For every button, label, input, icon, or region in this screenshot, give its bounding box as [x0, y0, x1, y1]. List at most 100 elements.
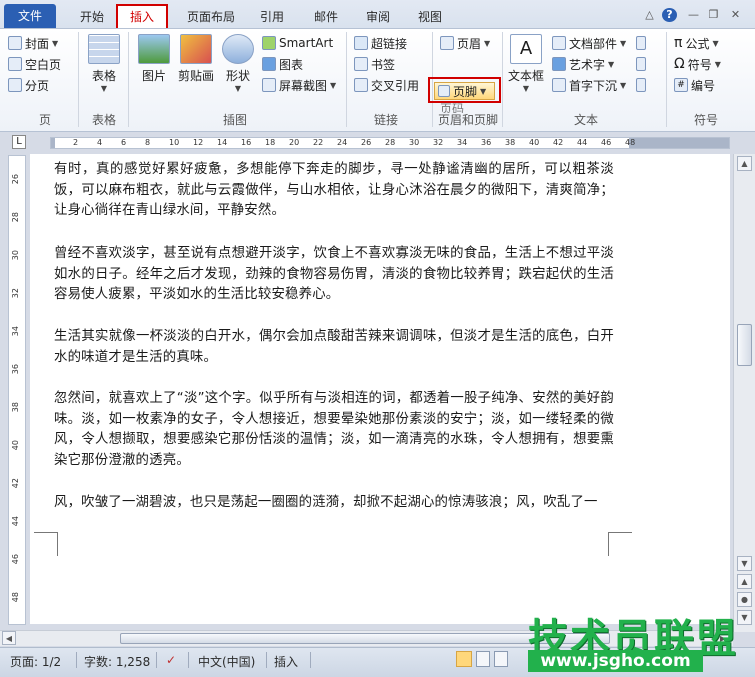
group-label-links: 链接: [373, 113, 398, 127]
table-icon: [88, 34, 120, 64]
footer-button[interactable]: 页脚 ▼: [434, 82, 495, 100]
tab-stop-selector[interactable]: L: [12, 135, 26, 149]
clipart-icon: [180, 34, 212, 64]
ruler-tick-label: 32: [11, 288, 20, 299]
vertical-scroll-thumb[interactable]: [737, 324, 752, 366]
ribbon-insert: 封面 ▼ 空白页 分页 页 表格 ▼ 表格 图片 剪贴画 形状 ▼ SmartArt …: [0, 29, 755, 132]
footer-icon: [438, 85, 450, 97]
web-layout-view-icon[interactable]: [494, 651, 508, 667]
collapse-ribbon-icon[interactable]: △: [642, 8, 657, 22]
vertical-scrollbar[interactable]: ▲ ▼ ▲ ● ▼: [733, 154, 755, 632]
vertical-ruler[interactable]: 26 28 30 32 34 36 38 40 42 44 46 48: [8, 155, 26, 625]
wordart-button[interactable]: 艺术字 ▼: [552, 55, 614, 73]
paragraph-5[interactable]: 风，吹皱了一湖碧波，也只是荡起一圈圈的涟漪，却掀不起湖心的惊涛骇浪；风，吹乱了一: [54, 493, 614, 514]
hyperlink-button[interactable]: 超链接: [354, 34, 407, 52]
insert-mode-indicator[interactable]: 插入: [274, 653, 298, 670]
minimize-icon[interactable]: —: [686, 8, 701, 22]
hyperlink-icon: [354, 36, 368, 50]
ruler-tick-label: 48: [625, 138, 636, 147]
symbol-button[interactable]: Ω 符号 ▼: [674, 55, 721, 73]
previous-page-icon[interactable]: ▲: [737, 574, 752, 589]
site-watermark-url: www.jsgho.com: [528, 650, 703, 672]
tab-home[interactable]: 开始: [70, 7, 114, 28]
chart-button[interactable]: 图表: [262, 55, 303, 73]
paragraph-1[interactable]: 有时，真的感觉好累好疲惫，多想能停下奔走的脚步，寻一处静谧清幽的居所，可以粗茶淡…: [54, 160, 614, 222]
ruler-tick-label: 16: [241, 138, 252, 147]
ruler-tick-label: 18: [265, 138, 276, 147]
paragraph-3[interactable]: 生活其实就像一杯淡淡的白开水，偶尔会加点酸甜苦辣来调调味，但淡才是生活的底色，白…: [54, 327, 614, 368]
ruler-tick-label: 10: [169, 138, 180, 147]
page-break-button[interactable]: 分页: [8, 76, 49, 94]
group-label-header-footer: 页眉和页脚: [437, 113, 498, 127]
horizontal-ruler[interactable]: L 2 4 6 8 10 12 14 16 18 20 22 24 26 28 30 32 34 36 38 40 42…: [0, 132, 755, 154]
ruler-tick-label: 46: [601, 138, 612, 147]
browse-object-icon[interactable]: ●: [737, 592, 752, 607]
tab-insert[interactable]: 插入: [116, 4, 168, 28]
group-divider: [502, 32, 503, 127]
ruler-tick-label: 40: [529, 138, 540, 147]
scroll-up-icon[interactable]: ▲: [737, 156, 752, 171]
print-layout-view-icon[interactable]: [456, 651, 472, 667]
date-time-icon[interactable]: [636, 55, 646, 73]
picture-button[interactable]: 图片: [134, 34, 174, 84]
paragraph-2[interactable]: 曾经不喜欢淡字，甚至说有点想避开淡字，饮食上不喜欢寡淡无味的食品，生活上不想过平…: [54, 244, 614, 306]
group-label-text: 文本: [573, 113, 598, 127]
tab-references[interactable]: 引用: [252, 7, 292, 28]
proofing-icon[interactable]: ✓: [166, 653, 176, 667]
ruler-tick-label: 20: [289, 138, 300, 147]
tab-review[interactable]: 审阅: [358, 7, 398, 28]
ruler-tick-label: 36: [481, 138, 492, 147]
screenshot-button[interactable]: 屏幕截图 ▼: [262, 76, 336, 94]
bookmark-button[interactable]: 书签: [354, 55, 395, 73]
close-icon[interactable]: ✕: [728, 8, 743, 22]
shapes-icon: [222, 34, 254, 64]
textbox-button[interactable]: A 文本框 ▼: [506, 34, 546, 93]
cross-reference-button[interactable]: 交叉引用: [354, 76, 419, 94]
quick-parts-button[interactable]: 文档部件 ▼: [552, 34, 626, 52]
cross-reference-icon: [354, 78, 368, 92]
tab-mailings[interactable]: 邮件: [306, 7, 346, 28]
drop-cap-button[interactable]: 首字下沉 ▼: [552, 76, 626, 94]
footer-button-highlight: 页脚 ▼: [428, 77, 501, 103]
header-button[interactable]: 页眉 ▼: [440, 34, 490, 52]
scroll-left-icon[interactable]: ◀: [2, 631, 16, 645]
signature-line-icon[interactable]: [636, 34, 646, 52]
full-screen-view-icon[interactable]: [476, 651, 490, 667]
pi-icon: π: [674, 35, 683, 51]
ruler-strip: 2 4 6 8 10 12 14 16 18 20 22 24 26 28 30 32 34 36 38 40 42 44…: [50, 137, 730, 149]
object-icon[interactable]: [636, 76, 646, 94]
ruler-tick-label: 6: [121, 138, 127, 147]
restore-icon[interactable]: ❐: [706, 8, 721, 22]
ruler-tick-label: 28: [385, 138, 396, 147]
shapes-button[interactable]: 形状 ▼: [220, 34, 256, 93]
next-page-icon[interactable]: ▼: [737, 610, 752, 625]
ruler-tick-label: 36: [11, 364, 20, 375]
page-count[interactable]: 页面: 1/2: [10, 653, 61, 670]
page-break-icon: [8, 78, 22, 92]
document-page[interactable]: 有时，真的感觉好累好疲惫，多想能停下奔走的脚步，寻一处静谧清幽的居所，可以粗茶淡…: [30, 154, 730, 624]
crop-mark: [34, 532, 58, 556]
ribbon-tab-bar: 文件 开始 插入 页面布局 引用 邮件 审阅 视图 △ ? — ❐ ✕: [0, 0, 755, 29]
bookmark-icon: [354, 57, 368, 71]
cover-page-button[interactable]: 封面 ▼: [8, 34, 58, 52]
equation-button[interactable]: π 公式 ▼: [674, 34, 719, 52]
tab-file[interactable]: 文件: [4, 4, 56, 28]
tab-view[interactable]: 视图: [410, 7, 450, 28]
word-count[interactable]: 字数: 1,258: [84, 653, 150, 670]
smartart-button[interactable]: SmartArt: [262, 34, 333, 52]
number-button[interactable]: # 编号: [674, 76, 715, 94]
ruler-tick-label: 30: [11, 250, 20, 261]
paragraph-4[interactable]: 忽然间，就喜欢上了“淡”这个字。似乎所有与淡相连的词，都透着一股子纯净、安然的美…: [54, 389, 614, 471]
table-button[interactable]: 表格 ▼: [84, 34, 124, 93]
group-label-illustrations: 插图: [222, 113, 247, 127]
number-icon: #: [674, 78, 688, 92]
tab-page-layout[interactable]: 页面布局: [180, 7, 242, 28]
blank-page-button[interactable]: 空白页: [8, 55, 61, 73]
language-indicator[interactable]: 中文(中国): [198, 653, 255, 670]
help-icon[interactable]: ?: [662, 8, 677, 22]
cover-page-icon: [8, 36, 22, 50]
ruler-tick-label: 38: [11, 402, 20, 413]
header-icon: [440, 36, 454, 50]
scroll-down-icon[interactable]: ▼: [737, 556, 752, 571]
clipart-button[interactable]: 剪贴画: [174, 34, 218, 84]
